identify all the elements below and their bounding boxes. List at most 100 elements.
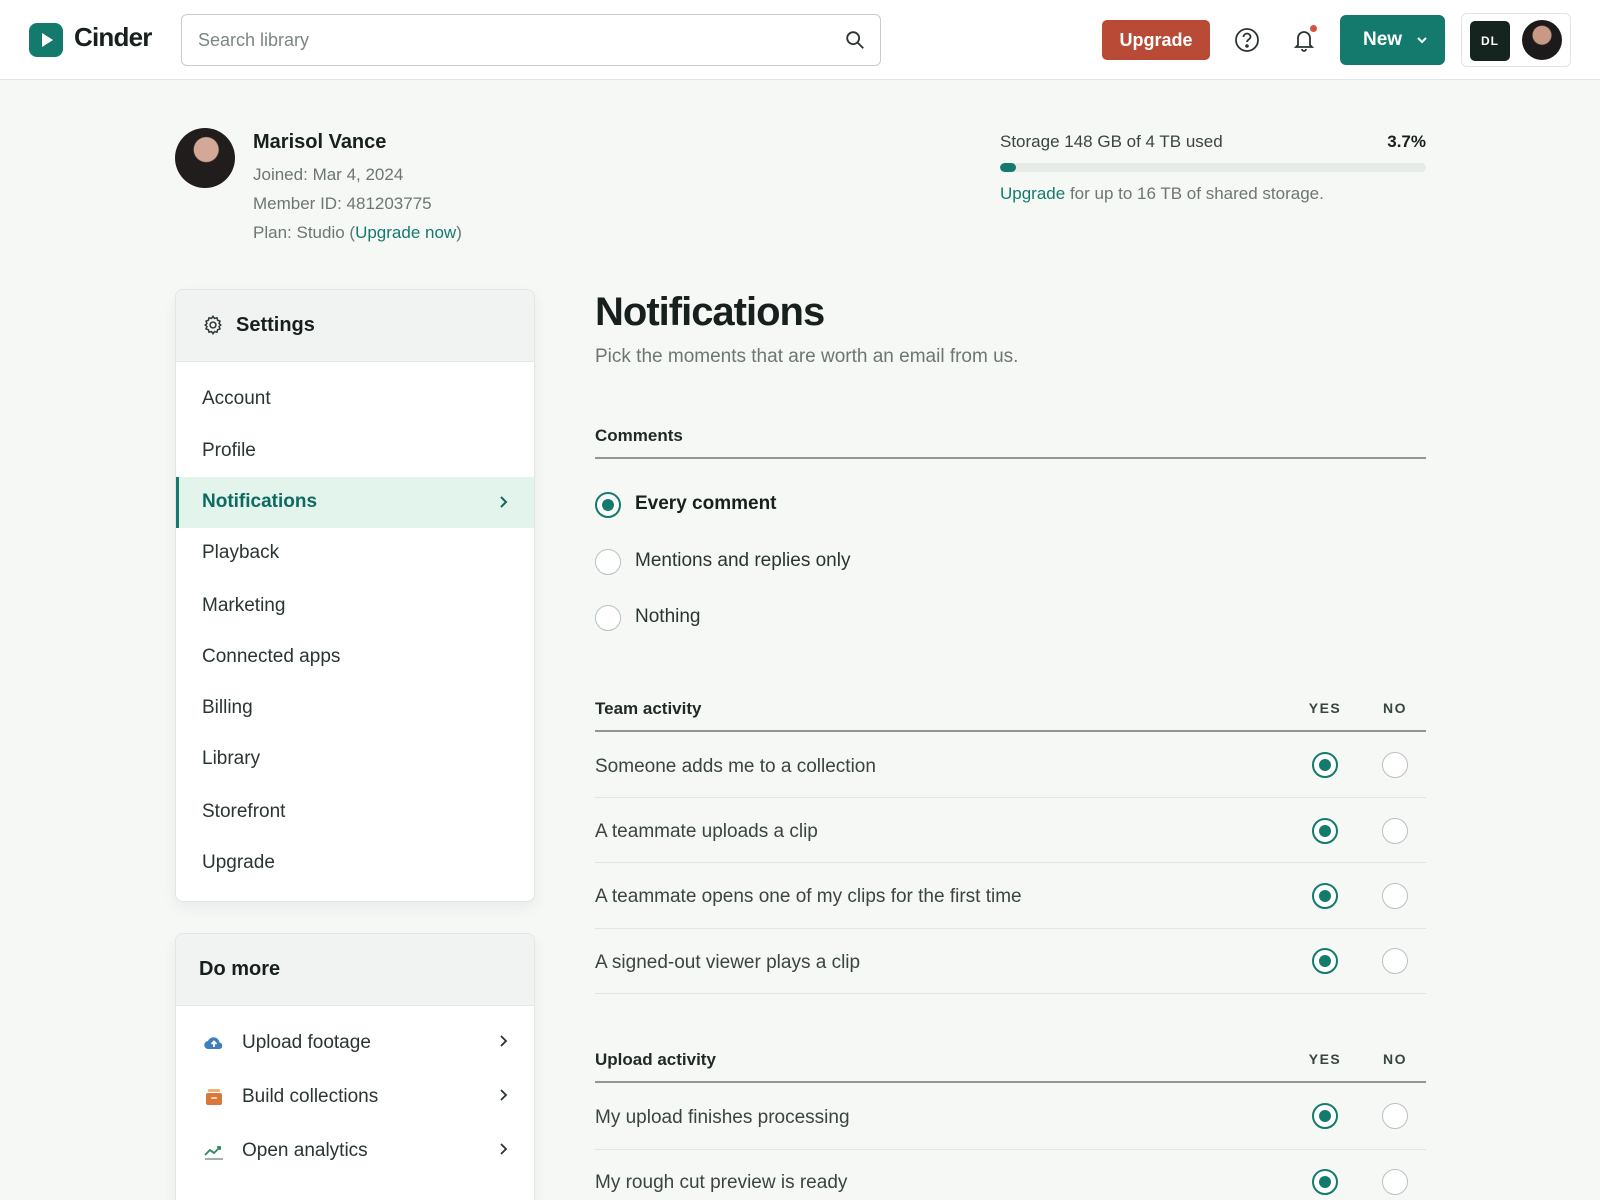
do-more-upload-footage[interactable]: Upload footage	[176, 1016, 534, 1070]
chevron-right-icon	[500, 1089, 508, 1101]
sidebar-item-label: Upgrade	[202, 852, 275, 873]
upgrade-now-link[interactable]: Upgrade now	[355, 223, 456, 242]
chevron-right-icon	[500, 1035, 508, 1047]
joined-label: Joined:	[253, 165, 308, 184]
upgrade-button[interactable]: Upgrade	[1102, 20, 1210, 60]
radio-no-teammate-opens-clip[interactable]	[1382, 883, 1408, 909]
team-activity-divider	[595, 730, 1426, 732]
sidebar-item-notifications[interactable]: Notifications	[176, 477, 534, 528]
radio-no-signed-out-viewer[interactable]	[1382, 948, 1408, 974]
sidebar-item-label: Profile	[202, 440, 256, 461]
sidebar-item-label: Connected apps	[202, 646, 341, 667]
comments-divider	[595, 457, 1426, 459]
notification-dot	[1310, 25, 1317, 32]
search-box[interactable]	[181, 14, 881, 66]
joined-value: Mar 4, 2024	[312, 165, 404, 184]
plan-value: Studio	[296, 223, 345, 242]
sidebar-item-playback[interactable]: Playback	[176, 528, 534, 579]
settings-header: Settings	[176, 290, 534, 362]
app-logo-text[interactable]: Cinder	[74, 22, 152, 53]
comments-section-title: Comments	[595, 426, 683, 445]
profile-name: Marisol Vance	[253, 131, 387, 153]
radio-no-teammate-uploads[interactable]	[1382, 818, 1408, 844]
radio-mentions-only[interactable]	[595, 549, 621, 575]
storage-upgrade-link[interactable]: Upgrade	[1000, 184, 1065, 203]
row-divider	[595, 1149, 1426, 1150]
member-id-label: Member ID:	[253, 194, 342, 213]
row-divider	[595, 797, 1426, 798]
column-header-yes: YES	[1308, 1051, 1342, 1067]
column-header-no: NO	[1383, 1051, 1407, 1067]
row-divider	[595, 993, 1426, 994]
radio-yes-upload-processed[interactable]	[1312, 1103, 1338, 1129]
sidebar-item-profile[interactable]: Profile	[176, 426, 534, 477]
storage-progress-bar	[1000, 163, 1426, 172]
do-more-label: Upload footage	[242, 1032, 371, 1053]
radio-yes-rough-cut-ready[interactable]	[1312, 1169, 1338, 1195]
analytics-icon	[204, 1146, 223, 1160]
sidebar-item-label: Storefront	[202, 801, 286, 822]
settings-title: Settings	[236, 314, 315, 336]
new-button[interactable]: New	[1340, 15, 1445, 65]
sidebar-item-account[interactable]: Account	[176, 374, 534, 425]
plan-label: Plan:	[253, 223, 292, 242]
gear-icon	[204, 315, 222, 335]
sidebar-item-label: Marketing	[202, 595, 286, 616]
radio-yes-teammate-opens-clip[interactable]	[1312, 883, 1338, 909]
sidebar-item-label: Billing	[202, 697, 253, 718]
row-divider	[595, 928, 1426, 929]
radio-nothing[interactable]	[595, 605, 621, 631]
storage-note-text: for up to 16 TB of shared storage.	[1065, 184, 1324, 203]
row-label-teammate-opens-clip: A teammate opens one of my clips for the…	[595, 886, 1022, 907]
help-icon[interactable]	[1233, 26, 1261, 54]
sidebar-item-marketing[interactable]: Marketing	[176, 581, 534, 632]
workspace-badge[interactable]: DL	[1470, 21, 1510, 61]
radio-no-rough-cut-ready[interactable]	[1382, 1169, 1408, 1195]
sidebar-item-label: Playback	[202, 542, 280, 563]
chevron-right-icon	[500, 496, 508, 508]
sidebar-item-upgrade[interactable]: Upgrade	[176, 838, 534, 889]
sidebar-item-library[interactable]: Library	[176, 734, 534, 785]
top-bar: Cinder Upgrade New DL	[0, 0, 1600, 80]
team-activity-title: Team activity	[595, 699, 702, 718]
column-header-yes: YES	[1308, 700, 1342, 716]
collections-icon	[206, 1089, 222, 1105]
do-more-label: Build collections	[242, 1086, 379, 1107]
profile-member-id: Member ID: 481203775	[253, 194, 432, 214]
radio-no-upload-processed[interactable]	[1382, 1103, 1408, 1129]
do-more-build-collections[interactable]: Build collections	[176, 1070, 534, 1124]
radio-yes-added-to-collection[interactable]	[1312, 752, 1338, 778]
search-icon[interactable]	[844, 29, 866, 51]
sidebar-item-label: Notifications	[202, 491, 318, 512]
radio-yes-teammate-uploads[interactable]	[1312, 818, 1338, 844]
upload-activity-title: Upload activity	[595, 1050, 716, 1069]
storage-percent: 3.7%	[1387, 132, 1426, 151]
search-input[interactable]	[198, 27, 818, 53]
storage-note: Upgrade for up to 16 TB of shared storag…	[1000, 184, 1324, 204]
sidebar-item-label: Account	[202, 388, 271, 409]
sidebar-item-storefront[interactable]: Storefront	[176, 787, 534, 838]
account-switcher[interactable]: DL	[1461, 13, 1571, 67]
radio-every-comment[interactable]	[595, 492, 621, 518]
profile-plan: Plan: Studio (Upgrade now)	[253, 223, 462, 242]
option-label-every-comment[interactable]: Every comment	[635, 493, 777, 515]
storage-progress-fill	[1000, 163, 1016, 172]
logo-icon[interactable]	[29, 23, 63, 57]
option-label-nothing[interactable]: Nothing	[635, 606, 701, 628]
do-more-open-analytics[interactable]: Open analytics	[176, 1124, 534, 1178]
sidebar-item-billing[interactable]: Billing	[176, 683, 534, 734]
radio-yes-signed-out-viewer[interactable]	[1312, 948, 1338, 974]
cloud-upload-icon	[204, 1037, 223, 1050]
option-label-mentions-only[interactable]: Mentions and replies only	[635, 550, 850, 572]
profile-joined: Joined: Mar 4, 2024	[253, 165, 403, 185]
sidebar-item-label: Library	[202, 748, 261, 769]
radio-no-added-to-collection[interactable]	[1382, 752, 1408, 778]
sidebar-item-connected-apps[interactable]: Connected apps	[176, 632, 534, 683]
member-id-value: 481203775	[346, 194, 432, 213]
settings-nav: Settings Account Profile Notifications P…	[175, 289, 535, 902]
user-avatar[interactable]	[1522, 20, 1562, 60]
row-label-added-to-collection: Someone adds me to a collection	[595, 756, 876, 777]
row-label-rough-cut-ready: My rough cut preview is ready	[595, 1172, 848, 1193]
profile-avatar	[175, 128, 235, 188]
do-more-title: Do more	[199, 958, 281, 980]
